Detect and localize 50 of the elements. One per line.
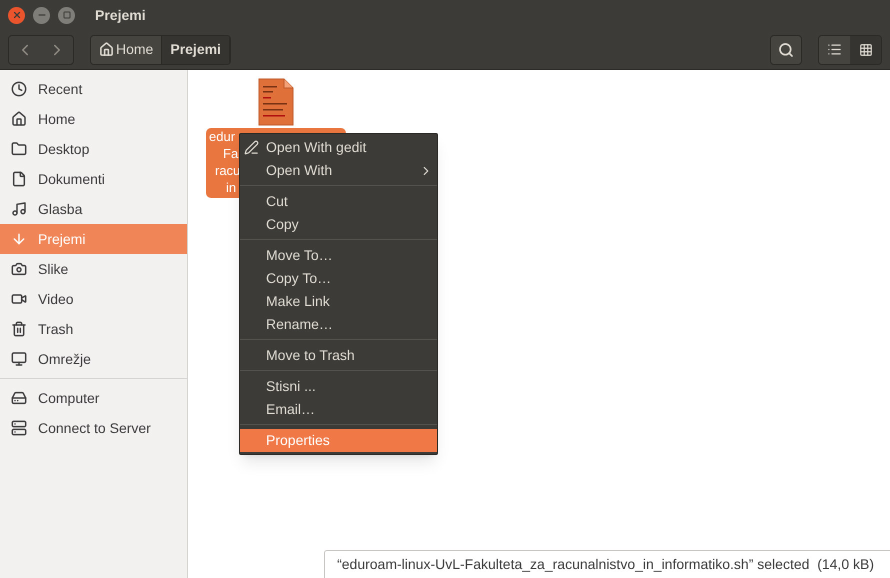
maximize-icon — [62, 11, 70, 19]
minimize-button[interactable] — [33, 6, 50, 24]
menu-item[interactable]: Cut — [240, 190, 437, 213]
search-icon — [778, 42, 794, 58]
sidebar-item[interactable]: Recent — [0, 74, 187, 104]
sidebar-item[interactable]: Trash — [0, 314, 187, 344]
home-icon — [11, 111, 27, 127]
status-bar: “eduroam-linux-UvL-Fakulteta_za_racunalnistvo_in_informatiko.sh” selected (14,0 kB) — [324, 550, 890, 578]
folder-icon — [11, 141, 27, 157]
sidebar-item[interactable]: Home — [0, 104, 187, 134]
search-button[interactable] — [770, 34, 802, 64]
menu-item[interactable]: Copy To… — [240, 267, 437, 290]
sidebar-item[interactable]: Dokumenti — [0, 164, 187, 194]
list-view-icon — [827, 42, 842, 57]
path-button[interactable]: Prejemi — [162, 36, 230, 64]
server-icon — [11, 420, 27, 436]
window-title: Prejemi — [95, 6, 146, 25]
home-icon — [99, 42, 114, 57]
menu-item[interactable]: Stisni ... — [240, 375, 437, 398]
sidebar-item[interactable]: Desktop — [0, 134, 187, 164]
sidebar-item[interactable]: Omrežje — [0, 344, 187, 374]
sidebar-item[interactable]: Computer — [0, 383, 187, 413]
menu-item[interactable]: Move To… — [240, 244, 437, 267]
close-icon — [12, 10, 22, 20]
maximize-button[interactable] — [58, 6, 75, 24]
menu-item[interactable]: Copy — [240, 213, 437, 236]
grid-view-button[interactable] — [850, 36, 881, 64]
camera-icon — [11, 261, 27, 277]
monitor-icon — [11, 351, 27, 367]
sidebar-item[interactable]: Slike — [0, 254, 187, 284]
text-editor-icon — [244, 140, 259, 155]
menu-item[interactable]: Move to Trash — [240, 344, 437, 367]
clock-icon — [11, 81, 27, 97]
menu-item[interactable]: Open With gedit — [240, 136, 437, 159]
trash-icon — [11, 321, 27, 337]
path-button[interactable]: Home — [91, 36, 162, 64]
sidebar-item[interactable]: Glasba — [0, 194, 187, 224]
list-view-button[interactable] — [819, 36, 850, 64]
sidebar-item[interactable]: Video — [0, 284, 187, 314]
menu-item[interactable]: Email… — [240, 398, 437, 421]
music-note-icon — [11, 201, 27, 217]
close-button[interactable] — [8, 6, 25, 24]
menu-item[interactable]: Make Link — [240, 290, 437, 313]
document-icon — [11, 171, 27, 187]
drive-icon — [11, 390, 27, 406]
grid-view-icon — [858, 42, 872, 56]
sidebar-item[interactable]: Connect to Server — [0, 413, 187, 443]
text-file-icon — [258, 78, 294, 126]
menu-item[interactable]: Open With — [240, 159, 437, 182]
menu-item[interactable]: Rename… — [240, 313, 437, 336]
